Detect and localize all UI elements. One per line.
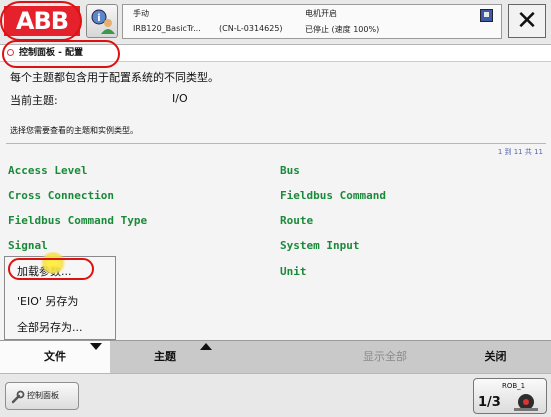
user-icon[interactable]: i [86, 4, 118, 38]
file-button[interactable]: 文件 [0, 341, 110, 373]
controller-name: IRB120_BasicTr... [133, 24, 201, 33]
current-topic-label: 当前主题: [10, 94, 58, 107]
rob-fraction: 1/3 [478, 395, 501, 410]
current-topic-value: I/O [172, 92, 188, 105]
robot-jog-icon: 1/3 [478, 394, 538, 411]
task-bar: 控制面板 ROB_1 1/3 [0, 373, 551, 417]
operating-mode: 手动 [133, 9, 149, 18]
run-state: 已停止 (速度 100%) [305, 25, 380, 34]
menu-save-eio-as[interactable]: 'EIO' 另存为 [17, 293, 78, 309]
topic-fieldbus-command-type[interactable]: Fieldbus Command Type [8, 214, 147, 227]
annotation-circle-logo [0, 1, 82, 41]
wrench-icon [11, 390, 25, 404]
show-all-button[interactable]: 显示全部 [330, 341, 440, 373]
svg-text:i: i [97, 13, 100, 24]
topic-route[interactable]: Route [280, 214, 313, 227]
bottom-toolbar: 文件 主题 显示全部 关闭 [0, 340, 551, 373]
caret-down-icon [90, 343, 102, 350]
topic-bus[interactable]: Bus [280, 164, 300, 177]
topic-access-level[interactable]: Access Level [8, 164, 87, 177]
info-line: 每个主题都包含用于配置系统的不同类型。 [10, 71, 219, 84]
annotation-circle-title [2, 40, 120, 68]
control-panel-tab[interactable]: 控制面板 [5, 382, 79, 410]
topic-button-label: 主题 [154, 350, 176, 363]
event-log-icon[interactable] [480, 9, 493, 22]
topic-fieldbus-command[interactable]: Fieldbus Command [280, 189, 386, 202]
topic-system-input[interactable]: System Input [280, 239, 359, 252]
instruction-text: 选择您需要查看的主题和实例类型。 [10, 126, 138, 135]
control-panel-tab-label: 控制面板 [27, 391, 59, 400]
close-button[interactable]: ✕ [508, 4, 546, 38]
caret-up-icon [200, 343, 212, 350]
motor-state: 电机开启 [305, 9, 337, 18]
topic-signal[interactable]: Signal [8, 239, 48, 252]
divider [6, 143, 546, 144]
header-bar: ABB i 手动 IRB120_BasicTr... (CN-L-0314625… [0, 0, 551, 45]
file-button-label: 文件 [44, 350, 66, 363]
menu-save-all-as[interactable]: 全部另存为... [17, 319, 83, 335]
close-view-button[interactable]: 关闭 [440, 341, 551, 373]
annotation-circle-menu [8, 258, 94, 280]
system-id: (CN-L-0314625) [219, 24, 283, 33]
topic-button[interactable]: 主题 [110, 341, 220, 373]
flexpendant-screen: ABB i 手动 IRB120_BasicTr... (CN-L-0314625… [0, 0, 551, 417]
topic-unit[interactable]: Unit [280, 265, 307, 278]
topic-cross-connection[interactable]: Cross Connection [8, 189, 114, 202]
pager: 1 到 11 共 11 [497, 148, 543, 156]
status-panel[interactable]: 手动 IRB120_BasicTr... (CN-L-0314625) 电机开启… [122, 4, 502, 39]
quickset-button[interactable]: ROB_1 1/3 [473, 378, 547, 414]
